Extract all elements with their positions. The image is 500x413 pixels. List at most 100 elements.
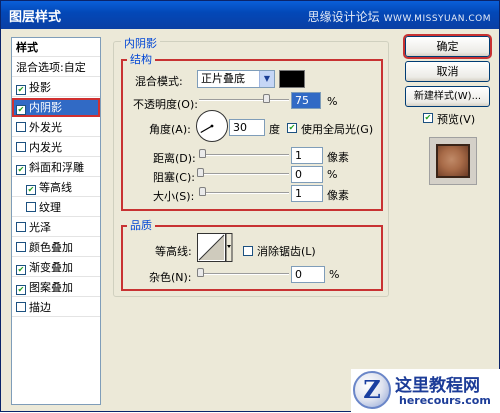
noise-slider[interactable] (199, 273, 289, 275)
global-light-label: 使用全局光(G) (301, 123, 374, 136)
styles-list: 样式 混合选项:自定 ✔ 投影 ✔ 内阴影 外发光 内发光 ✔ 斜面和浮雕 ✔ 等高线 … (11, 37, 101, 405)
distance-slider[interactable] (199, 154, 289, 156)
inner-shadow-title: 内阴影 (121, 35, 160, 51)
opacity-unit: % (327, 95, 338, 108)
quality-title: 品质 (127, 217, 155, 233)
style-preview (429, 137, 477, 185)
logo-url: herecours.com (399, 394, 491, 407)
style-item-label: 内阴影 (29, 101, 62, 114)
style-item-contour[interactable]: ✔ 等高线 (12, 178, 100, 197)
style-item-label: 渐变叠加 (29, 261, 73, 274)
checkbox-icon[interactable] (16, 222, 26, 232)
checkbox-icon[interactable]: ✔ (16, 265, 26, 275)
noise-unit: % (329, 268, 340, 281)
choke-slider-thumb[interactable] (197, 168, 204, 177)
style-item-label: 纹理 (39, 201, 61, 214)
opacity-label: 不透明度(O): (133, 98, 198, 111)
ok-button[interactable]: 确定 (403, 34, 492, 59)
shadow-color-swatch[interactable] (279, 70, 305, 88)
checkbox-icon[interactable]: ✔ (16, 85, 26, 95)
cancel-button[interactable]: 取消 (405, 61, 490, 82)
style-item-label: 外发光 (29, 121, 62, 134)
structure-title: 结构 (127, 51, 155, 67)
style-item-label: 颜色叠加 (29, 241, 73, 254)
anti-alias-label: 消除锯齿(L) (257, 245, 316, 258)
checkbox-icon[interactable]: ✔ (16, 105, 26, 115)
noise-label: 杂色(N): (149, 271, 192, 284)
checkbox-icon[interactable] (16, 242, 26, 252)
checkbox-icon[interactable] (16, 122, 26, 132)
style-item-blending-options[interactable]: 混合选项:自定 (12, 58, 100, 77)
logo-icon: Z (353, 371, 391, 409)
preview-swatch (436, 144, 470, 178)
choke-slider[interactable] (199, 173, 289, 175)
style-item-outer-glow[interactable]: 外发光 (12, 118, 100, 137)
style-item-pattern-overlay[interactable]: ✔ 图案叠加 (12, 278, 100, 297)
distance-input[interactable]: 1 (291, 147, 323, 164)
size-unit: 像素 (327, 189, 349, 202)
opacity-slider[interactable] (199, 99, 289, 101)
checkbox-icon[interactable] (16, 302, 26, 312)
style-item-label: 斜面和浮雕 (29, 161, 84, 174)
size-input[interactable]: 1 (291, 185, 323, 202)
style-item-label: 内发光 (29, 141, 62, 154)
preview-label: 预览(V) (437, 113, 476, 126)
distance-unit: 像素 (327, 151, 349, 164)
style-item-label: 光泽 (29, 221, 51, 234)
blend-mode-select[interactable]: 正片叠底 ▼ (197, 70, 275, 88)
checkbox-icon[interactable] (26, 202, 36, 212)
choke-label: 阻塞(C): (153, 171, 195, 184)
distance-label: 距离(D): (153, 152, 196, 165)
style-item-color-overlay[interactable]: 颜色叠加 (12, 238, 100, 257)
style-item-label: 等高线 (39, 181, 72, 194)
angle-unit: 度 (269, 123, 280, 136)
inner-shadow-panel: 内阴影 结构 混合模式: 正片叠底 ▼ 不透明度(O): 75 % 角度(A):… (113, 35, 391, 299)
style-item-texture[interactable]: 纹理 (12, 198, 100, 217)
window-title: 图层样式 (9, 10, 62, 25)
noise-input[interactable]: 0 (291, 266, 325, 283)
angle-input[interactable]: 30 (229, 119, 265, 136)
style-item-label: 混合选项:自定 (16, 61, 86, 74)
style-item-bevel-emboss[interactable]: ✔ 斜面和浮雕 (12, 158, 100, 177)
style-item-stroke[interactable]: 描边 (12, 298, 100, 317)
blend-mode-label: 混合模式: (135, 75, 183, 88)
checkbox-icon[interactable]: ✔ (16, 165, 26, 175)
watermark-url: WWW.MISSYUAN.COM (383, 14, 491, 24)
checkbox-icon[interactable]: ✔ (26, 185, 36, 195)
angle-label: 角度(A): (149, 123, 191, 136)
distance-slider-thumb[interactable] (199, 149, 206, 158)
style-item-drop-shadow[interactable]: ✔ 投影 (12, 78, 100, 97)
style-item-inner-shadow[interactable]: ✔ 内阴影 (12, 98, 100, 117)
size-slider-thumb[interactable] (199, 187, 206, 196)
anti-alias-checkbox[interactable] (243, 246, 253, 256)
style-item-gradient-overlay[interactable]: ✔ 渐变叠加 (12, 258, 100, 277)
size-slider[interactable] (199, 192, 289, 194)
choke-unit: % (327, 168, 338, 181)
watermark-text: 思缘设计论坛 (307, 10, 380, 24)
logo-name: 这里教程网 (395, 376, 480, 396)
noise-slider-thumb[interactable] (197, 268, 204, 277)
style-item-label: 投影 (29, 81, 51, 94)
style-item-label: 图案叠加 (29, 281, 73, 294)
watermark: 思缘设计论坛 WWW.MISSYUAN.COM (308, 8, 491, 25)
contour-picker-icon[interactable] (197, 233, 233, 263)
styles-header[interactable]: 样式 (12, 38, 100, 57)
checkbox-icon[interactable]: ✔ (16, 285, 26, 295)
style-item-label: 描边 (29, 301, 51, 314)
new-style-button[interactable]: 新建样式(W)... (405, 86, 490, 107)
chevron-down-icon[interactable]: ▼ (259, 71, 274, 87)
site-logo: Z 这里教程网 herecours.com (351, 369, 500, 413)
checkbox-icon[interactable] (16, 142, 26, 152)
global-light-checkbox[interactable]: ✔ (287, 123, 297, 133)
preview-checkbox[interactable]: ✔ (423, 113, 433, 123)
title-bar: 图层样式 思缘设计论坛 WWW.MISSYUAN.COM (1, 1, 499, 29)
style-item-satin[interactable]: 光泽 (12, 218, 100, 237)
choke-input[interactable]: 0 (291, 166, 323, 183)
opacity-input[interactable]: 75 (291, 92, 321, 109)
angle-dial-icon[interactable] (195, 109, 229, 143)
size-label: 大小(S): (153, 190, 195, 203)
opacity-slider-thumb[interactable] (262, 94, 270, 103)
layer-style-dialog: 图层样式 思缘设计论坛 WWW.MISSYUAN.COM 样式 混合选项:自定 ✔… (0, 0, 500, 413)
blend-mode-value: 正片叠底 (201, 72, 245, 85)
style-item-inner-glow[interactable]: 内发光 (12, 138, 100, 157)
